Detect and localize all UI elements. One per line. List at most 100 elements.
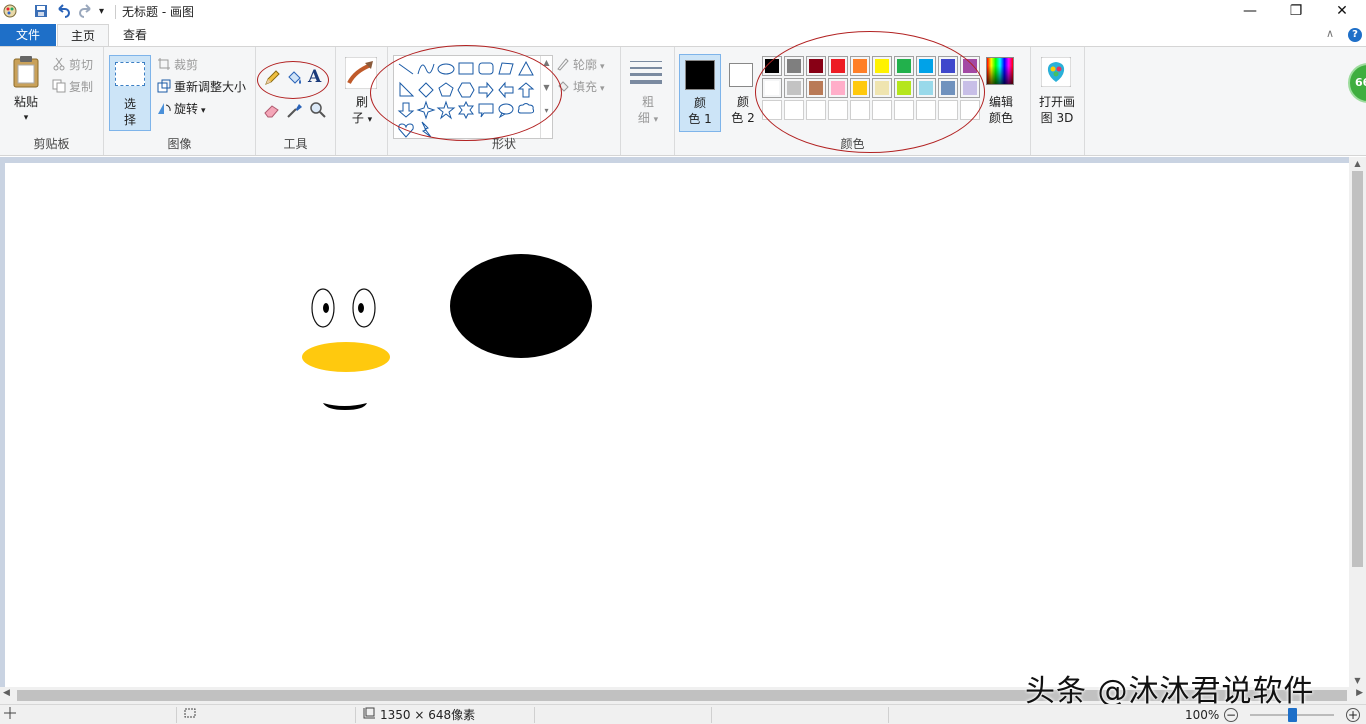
zoom-in-button[interactable]: +: [1346, 708, 1360, 722]
pencil-icon[interactable]: [263, 69, 281, 90]
scroll-right-icon[interactable]: ▶: [1356, 688, 1363, 698]
right-arrow-shape-icon[interactable]: [476, 80, 496, 100]
palette-custom-slot[interactable]: [762, 100, 782, 120]
paste-button[interactable]: 粘贴: [6, 94, 46, 110]
palette-custom-slot[interactable]: [938, 100, 958, 120]
undo-icon[interactable]: [55, 3, 71, 21]
diamond-shape-icon[interactable]: [416, 80, 436, 100]
palette-color-swatch[interactable]: [916, 78, 936, 98]
polygon-shape-icon[interactable]: [496, 59, 516, 79]
paste-dropdown-icon[interactable]: ▾: [18, 110, 34, 126]
edit-colors-icon[interactable]: [986, 57, 1016, 87]
palette-color-swatch[interactable]: [850, 78, 870, 98]
oval-shape-icon[interactable]: [436, 59, 456, 79]
scroll-up-icon[interactable]: ▲: [1349, 159, 1366, 168]
select-button[interactable]: 选 择: [109, 55, 151, 131]
six-point-star-shape-icon[interactable]: [456, 100, 476, 120]
color2-button[interactable]: 颜 色 2: [723, 54, 765, 132]
palette-color-swatch[interactable]: [938, 78, 958, 98]
paint3d-group[interactable]: 打开画 图 3D: [1031, 47, 1085, 155]
scroll-left-icon[interactable]: ◀: [3, 688, 10, 698]
palette-custom-slot[interactable]: [806, 100, 826, 120]
collapse-ribbon-icon[interactable]: ∧: [1326, 27, 1334, 40]
fill-button[interactable]: 填充 ▾: [556, 79, 605, 97]
palette-custom-slot[interactable]: [784, 100, 804, 120]
palette-color-swatch[interactable]: [894, 56, 914, 76]
edit-colors-label-bottom[interactable]: 颜色: [981, 110, 1021, 126]
triangle-shape-icon[interactable]: [516, 59, 536, 79]
palette-color-swatch[interactable]: [938, 56, 958, 76]
magnifier-icon[interactable]: [309, 101, 327, 122]
tab-view[interactable]: 查看: [112, 24, 158, 46]
text-tool-icon[interactable]: A: [308, 67, 321, 87]
palette-color-swatch[interactable]: [894, 78, 914, 98]
right-triangle-shape-icon[interactable]: [396, 80, 416, 100]
oval-callout-shape-icon[interactable]: [496, 100, 516, 120]
scroll-down-icon[interactable]: ▼: [1349, 676, 1366, 685]
outline-button[interactable]: 轮廓 ▾: [556, 57, 605, 75]
palette-color-swatch[interactable]: [850, 56, 870, 76]
up-arrow-shape-icon[interactable]: [516, 80, 536, 100]
close-button[interactable]: ✕: [1319, 0, 1365, 24]
palette-custom-slot[interactable]: [828, 100, 848, 120]
paste-icon[interactable]: [11, 55, 41, 92]
palette-custom-slot[interactable]: [916, 100, 936, 120]
cloud-callout-shape-icon[interactable]: [516, 100, 536, 120]
four-point-star-shape-icon[interactable]: [416, 100, 436, 120]
drawing-canvas[interactable]: [5, 163, 1350, 687]
help-icon[interactable]: ?: [1348, 28, 1362, 42]
palette-color-swatch[interactable]: [916, 56, 936, 76]
palette-color-swatch[interactable]: [828, 78, 848, 98]
palette-color-swatch[interactable]: [806, 56, 826, 76]
edit-colors-label-top[interactable]: 编辑: [981, 94, 1021, 110]
palette-color-swatch[interactable]: [872, 56, 892, 76]
pentagon-shape-icon[interactable]: [436, 80, 456, 100]
floating-badge[interactable]: 66: [1348, 63, 1366, 103]
zoom-out-button[interactable]: −: [1224, 708, 1238, 722]
zoom-slider-thumb[interactable]: [1288, 708, 1297, 722]
palette-color-swatch[interactable]: [784, 56, 804, 76]
five-point-star-shape-icon[interactable]: [436, 100, 456, 120]
shapes-expand-icon[interactable]: ▾: [541, 106, 552, 115]
cut-button[interactable]: 剪切: [52, 57, 93, 73]
palette-color-swatch[interactable]: [762, 56, 782, 76]
eraser-icon[interactable]: [263, 101, 281, 122]
palette-color-swatch[interactable]: [960, 78, 980, 98]
rectangle-shape-icon[interactable]: [456, 59, 476, 79]
save-icon[interactable]: [33, 3, 49, 21]
color1-button[interactable]: 颜 色 1: [679, 54, 721, 132]
shapes-scroll[interactable]: ▲ ▼ ▾: [540, 56, 552, 138]
palette-color-swatch[interactable]: [784, 78, 804, 98]
palette-custom-slot[interactable]: [960, 100, 980, 120]
color-picker-icon[interactable]: [286, 101, 304, 122]
palette-custom-slot[interactable]: [872, 100, 892, 120]
palette-custom-slot[interactable]: [850, 100, 870, 120]
size-group[interactable]: 粗 细 ▾: [621, 47, 675, 155]
down-arrow-shape-icon[interactable]: [396, 100, 416, 120]
customize-quick-access-icon[interactable]: ▾: [99, 3, 104, 21]
palette-custom-slot[interactable]: [894, 100, 914, 120]
palette-color-swatch[interactable]: [828, 56, 848, 76]
brushes-group[interactable]: 刷 子 ▾: [336, 47, 388, 155]
minimize-button[interactable]: —: [1227, 0, 1273, 24]
tab-home[interactable]: 主页: [57, 24, 109, 46]
palette-color-swatch[interactable]: [960, 56, 980, 76]
restore-button[interactable]: ❐: [1273, 0, 1319, 24]
shapes-scroll-down-icon[interactable]: ▼: [541, 83, 552, 92]
palette-color-swatch[interactable]: [762, 78, 782, 98]
tab-file[interactable]: 文件: [0, 24, 56, 46]
rounded-rectangle-shape-icon[interactable]: [476, 59, 496, 79]
vertical-scrollbar[interactable]: ▲ ▼: [1349, 157, 1366, 687]
resize-button[interactable]: 重新调整大小: [157, 79, 246, 95]
fill-bucket-icon[interactable]: [285, 69, 303, 90]
line-shape-icon[interactable]: [396, 59, 416, 79]
palette-color-swatch[interactable]: [872, 78, 892, 98]
redo-icon[interactable]: [78, 3, 94, 21]
left-arrow-shape-icon[interactable]: [496, 80, 516, 100]
vertical-scroll-thumb[interactable]: [1352, 171, 1363, 567]
copy-button[interactable]: 复制: [52, 79, 93, 95]
crop-button[interactable]: 裁剪: [157, 57, 198, 73]
paint-app-icon[interactable]: [2, 3, 18, 21]
rounded-callout-shape-icon[interactable]: [476, 100, 496, 120]
hexagon-shape-icon[interactable]: [456, 80, 476, 100]
